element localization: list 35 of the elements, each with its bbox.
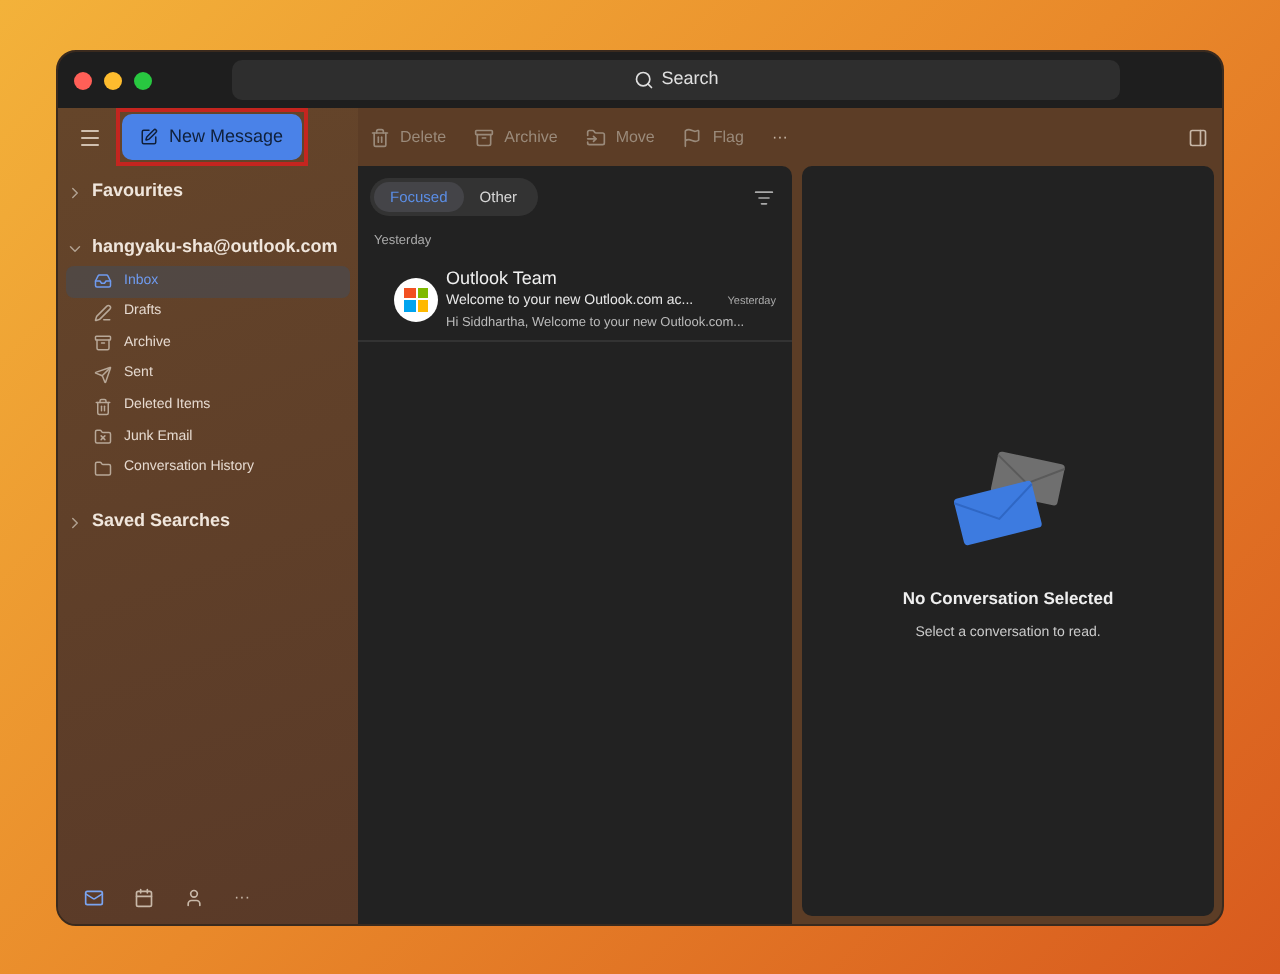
new-message-button[interactable]: New Message xyxy=(122,114,302,160)
empty-state-title: No Conversation Selected xyxy=(902,586,1114,612)
close-window-icon[interactable] xyxy=(74,71,92,89)
more-button[interactable]: ··· xyxy=(771,125,788,149)
folder-icon xyxy=(94,303,112,322)
section-header[interactable]: Saved Searches xyxy=(66,504,350,541)
folder-icon xyxy=(94,397,112,416)
zoom-window-icon[interactable] xyxy=(134,71,152,89)
chevron-icon xyxy=(66,183,84,201)
nav-icon[interactable] xyxy=(184,888,204,908)
folder-icon xyxy=(94,334,112,353)
nav-icon[interactable] xyxy=(84,888,104,908)
folder-icon xyxy=(94,459,112,478)
folder-icon xyxy=(94,272,112,291)
search-icon xyxy=(633,70,654,90)
envelopes-icon xyxy=(950,446,1066,550)
sender-avatar xyxy=(394,277,438,322)
minimize-window-icon[interactable] xyxy=(104,71,122,89)
sender-name: Outlook Team xyxy=(446,265,559,292)
folder-icon xyxy=(94,428,112,447)
panel-icon[interactable] xyxy=(1188,127,1208,147)
toolbar-icon xyxy=(682,127,703,147)
section-header[interactable]: Favourites xyxy=(66,174,350,210)
filter-icon[interactable] xyxy=(754,187,774,207)
toolbar-icon xyxy=(370,127,390,147)
section-header[interactable]: hangyaku-sha@outlook.com xyxy=(66,230,350,266)
chevron-icon xyxy=(66,513,84,532)
folder-icon xyxy=(94,366,112,385)
toolbar-icon xyxy=(585,127,606,147)
compose-icon xyxy=(140,128,159,146)
toolbar-icon xyxy=(474,127,495,147)
menu-icon[interactable] xyxy=(78,125,102,149)
search-field[interactable]: Search xyxy=(232,60,1120,100)
more-button[interactable]: ··· xyxy=(234,886,250,910)
nav-icon[interactable] xyxy=(134,888,154,908)
